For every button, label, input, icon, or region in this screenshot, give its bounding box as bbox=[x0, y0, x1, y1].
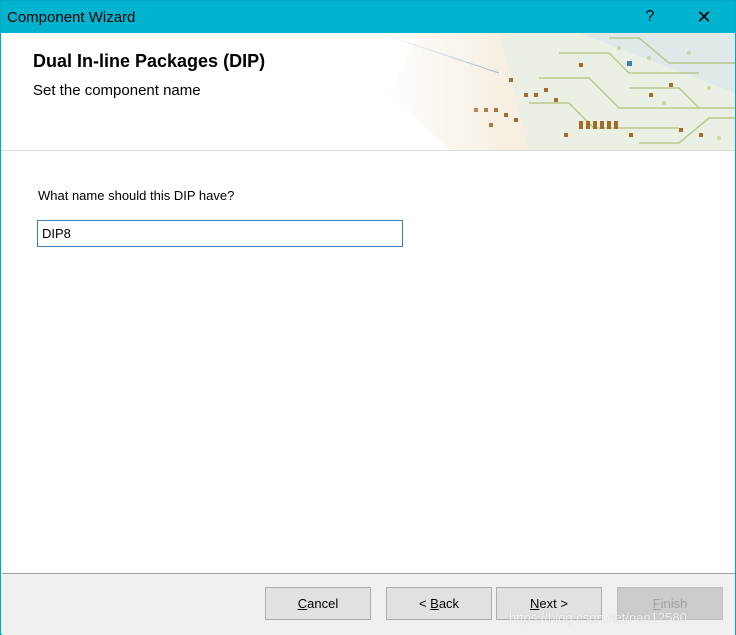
help-icon[interactable]: ? bbox=[627, 1, 673, 33]
component-name-label: What name should this DIP have? bbox=[38, 188, 235, 203]
wizard-content: What name should this DIP have? bbox=[1, 151, 735, 571]
title-bar[interactable]: Component Wizard ? ✕ bbox=[1, 1, 735, 33]
page-title: Dual In-line Packages (DIP) bbox=[33, 51, 266, 71]
close-icon[interactable]: ✕ bbox=[681, 1, 727, 33]
wizard-footer: Cancel < Back Next > Finish bbox=[2, 573, 735, 635]
page-subtitle: Set the component name bbox=[33, 82, 201, 99]
finish-button[interactable]: Finish bbox=[617, 587, 723, 620]
cancel-button[interactable]: Cancel bbox=[265, 587, 371, 620]
component-wizard-window: Component Wizard ? ✕ Dual In-line Packag… bbox=[0, 0, 736, 635]
pcb-banner-image bbox=[379, 33, 735, 150]
next-button-label: Next > bbox=[530, 596, 568, 611]
back-button-label: < Back bbox=[418, 596, 460, 611]
back-button[interactable]: < Back bbox=[386, 587, 492, 620]
component-name-input[interactable] bbox=[37, 220, 403, 247]
window-title: Component Wizard bbox=[7, 9, 136, 26]
wizard-header: Dual In-line Packages (DIP) Set the comp… bbox=[1, 33, 735, 151]
finish-button-label: Finish bbox=[652, 596, 688, 611]
cancel-button-label: Cancel bbox=[297, 596, 339, 611]
next-button[interactable]: Next > bbox=[496, 587, 602, 620]
